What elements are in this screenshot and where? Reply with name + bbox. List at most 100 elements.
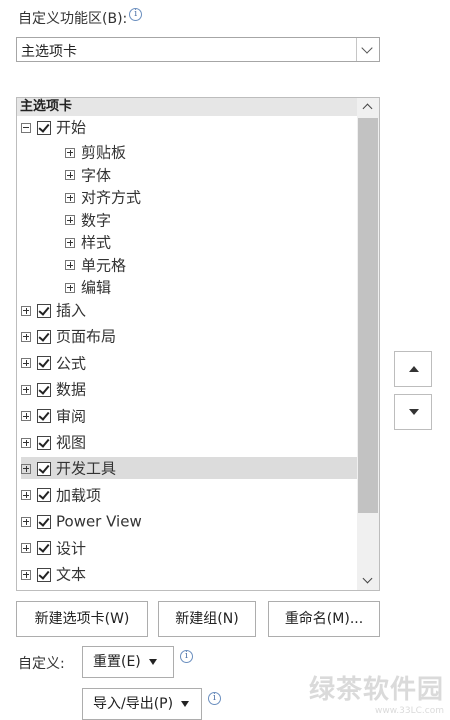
- checkbox-icon[interactable]: [37, 514, 51, 529]
- tree-group-item[interactable]: 样式: [65, 231, 111, 253]
- customize-ribbon-label: 自定义功能区(B): i: [18, 8, 143, 28]
- tree-tab-item[interactable]: 文本: [21, 563, 86, 585]
- expand-icon[interactable]: [65, 170, 75, 180]
- arrow-up-icon: [409, 366, 419, 372]
- tree-tab-label: 审阅: [56, 407, 87, 426]
- move-down-button[interactable]: [394, 394, 432, 430]
- tree-tab-item[interactable]: 设计: [21, 537, 86, 559]
- tree-tab-item[interactable]: 插入: [21, 299, 86, 321]
- expand-icon[interactable]: [21, 543, 31, 554]
- tree-header: 主选项卡: [17, 98, 357, 116]
- tree-tab-item[interactable]: 加载项: [21, 484, 101, 506]
- expand-icon[interactable]: [21, 384, 31, 395]
- checkbox-icon[interactable]: [37, 435, 51, 450]
- tree-group-item[interactable]: 对齐方式: [65, 186, 141, 208]
- arrow-down-icon: [409, 409, 419, 415]
- tree-group-item[interactable]: 数字: [65, 209, 111, 231]
- scroll-up-icon[interactable]: [357, 98, 379, 116]
- watermark-logo: 绿茶软件园 www.33LC.com: [309, 669, 444, 716]
- checkbox-icon[interactable]: [37, 461, 51, 476]
- watermark-text: 绿茶软件园: [308, 675, 444, 705]
- collapse-icon[interactable]: [21, 122, 31, 133]
- info-icon: i: [129, 8, 143, 21]
- checkbox-icon[interactable]: [37, 329, 51, 344]
- new-tab-button[interactable]: 新建选项卡(W): [16, 601, 148, 637]
- expand-icon[interactable]: [65, 192, 75, 203]
- info-icon: i: [180, 650, 193, 663]
- tree-group-label: 编辑: [81, 278, 112, 297]
- tree-tab-item[interactable]: 审阅: [21, 405, 86, 427]
- tree-tab-item[interactable]: 开发工具: [21, 457, 357, 480]
- checkbox-icon[interactable]: [37, 382, 51, 397]
- chevron-down-icon[interactable]: [356, 38, 379, 61]
- tree-tab-label: Power View: [56, 512, 142, 531]
- expand-icon[interactable]: [21, 331, 31, 342]
- reset-dropdown[interactable]: 重置(E): [82, 646, 174, 678]
- tree-tab-label: 数据: [56, 380, 87, 399]
- tree-tab-label: 公式: [56, 354, 87, 373]
- expand-icon[interactable]: [21, 516, 31, 527]
- expand-icon[interactable]: [65, 260, 75, 270]
- expand-icon[interactable]: [21, 437, 31, 448]
- move-up-button[interactable]: [394, 351, 432, 387]
- scroll-down-icon[interactable]: [357, 572, 379, 590]
- tree-item-home[interactable]: 开始: [21, 116, 86, 138]
- checkbox-icon[interactable]: [37, 356, 51, 371]
- tree-tab-label: 页面布局: [56, 327, 117, 346]
- import-export-dropdown[interactable]: 导入/导出(P): [82, 688, 202, 720]
- info-icon: i: [208, 692, 221, 705]
- tree-tab-item[interactable]: 视图: [21, 431, 86, 453]
- tree-group-label: 单元格: [81, 256, 127, 274]
- checkbox-icon[interactable]: [37, 409, 51, 424]
- tree-group-item[interactable]: 字体: [65, 164, 111, 186]
- dropdown-arrow-icon: [148, 659, 157, 665]
- tree-scrollbar[interactable]: [357, 98, 379, 590]
- tree-tab-label: 文本: [56, 565, 87, 584]
- expand-icon[interactable]: [65, 237, 75, 248]
- watermark-url: www.33LC.com: [375, 706, 444, 716]
- tree-tab-label: 视图: [56, 433, 87, 452]
- customize-label: 自定义:: [18, 656, 65, 672]
- tree-group-item[interactable]: 剪贴板: [65, 141, 126, 163]
- dropdown-arrow-icon: [181, 701, 190, 707]
- tree-tab-item[interactable]: 数据: [21, 378, 86, 400]
- expand-icon[interactable]: [21, 305, 31, 316]
- checkbox-icon[interactable]: [37, 541, 51, 556]
- tree-group-item[interactable]: 单元格: [65, 254, 126, 276]
- tree-group-item[interactable]: 编辑: [65, 276, 111, 298]
- expand-icon[interactable]: [65, 282, 75, 293]
- expand-icon[interactable]: [65, 147, 75, 158]
- checkbox-icon[interactable]: [37, 488, 51, 503]
- tab-type-dropdown[interactable]: 主选项卡: [16, 37, 380, 62]
- expand-icon[interactable]: [21, 463, 31, 474]
- expand-icon[interactable]: [65, 215, 75, 225]
- expand-icon[interactable]: [21, 569, 31, 580]
- tree-group-label: 剪贴板: [81, 143, 127, 162]
- tree-tab-label: 开发工具: [56, 459, 117, 478]
- tree-group-label: 数字: [81, 211, 112, 229]
- tree-group-label: 对齐方式: [81, 188, 142, 207]
- tree-tab-item[interactable]: 公式: [21, 352, 86, 374]
- tree-item-label: 开始: [56, 118, 87, 137]
- customize-ribbon-label-text: 自定义功能区(B):: [18, 11, 128, 27]
- tree-tab-item[interactable]: Power View: [21, 510, 142, 532]
- checkbox-icon[interactable]: [37, 567, 51, 582]
- tree-tab-label: 插入: [56, 301, 87, 320]
- expand-icon[interactable]: [21, 411, 31, 422]
- scroll-thumb[interactable]: [358, 118, 378, 513]
- tree-group-label: 样式: [81, 233, 112, 252]
- checkbox-icon[interactable]: [37, 303, 51, 318]
- tree-tab-item[interactable]: 页面布局: [21, 325, 116, 347]
- rename-button[interactable]: 重命名(M)...: [268, 601, 380, 637]
- reset-label: 重置(E): [93, 654, 141, 670]
- ribbon-tree[interactable]: 主选项卡 开始 剪贴板字体对齐方式数字样式单元格编辑 插入页面布局公式数据审阅视…: [16, 97, 380, 591]
- expand-icon[interactable]: [21, 490, 31, 501]
- tree-tab-label: 设计: [56, 539, 87, 558]
- tab-type-value: 主选项卡: [21, 44, 77, 60]
- checkbox-icon[interactable]: [37, 120, 51, 135]
- tree-tab-label: 加载项: [56, 486, 102, 505]
- expand-icon[interactable]: [21, 358, 31, 369]
- import-export-label: 导入/导出(P): [93, 696, 174, 712]
- tree-group-label: 字体: [81, 166, 112, 184]
- new-group-button[interactable]: 新建组(N): [158, 601, 256, 637]
